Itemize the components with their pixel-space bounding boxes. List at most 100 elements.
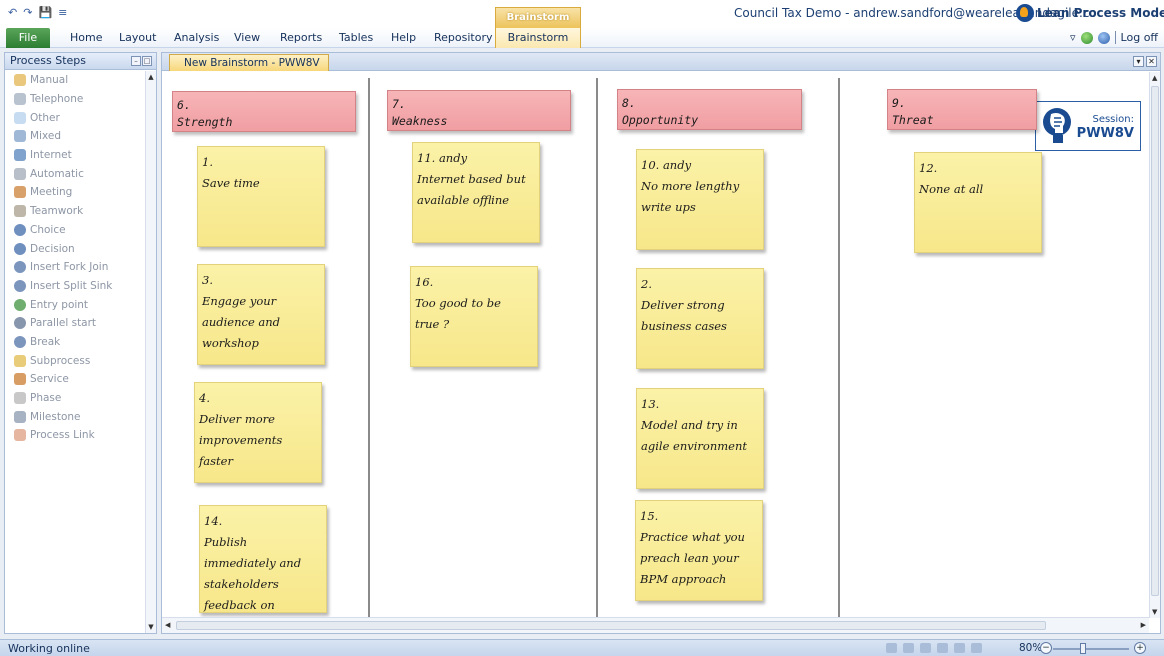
canvas-horizontal-scrollbar[interactable]: ◀ ▶ — [162, 617, 1149, 633]
sticky-note[interactable]: 2. Deliver strong business cases — [636, 268, 764, 369]
tab-help[interactable]: Help — [391, 31, 416, 44]
process-step-item[interactable]: Insert Fork Join — [5, 258, 146, 277]
zoom-in-button[interactable]: + — [1134, 642, 1146, 654]
category-header-note[interactable]: 9. Threat — [887, 89, 1037, 130]
column-divider — [596, 78, 598, 618]
customize-toolbar-icon[interactable]: ≡ — [58, 6, 67, 19]
tab-layout[interactable]: Layout — [119, 31, 156, 44]
scroll-right-icon[interactable]: ▶ — [1141, 621, 1146, 629]
canvas-vertical-scrollbar[interactable]: ▲ ▼ — [1149, 72, 1160, 618]
panel-restore-button[interactable]: □ — [142, 56, 152, 66]
process-step-label: Process Link — [30, 429, 95, 442]
log-off-link[interactable]: Log off — [1121, 31, 1158, 44]
process-step-label: Mixed — [30, 130, 61, 143]
process-step-item[interactable]: Break — [5, 333, 146, 352]
process-step-item[interactable]: Meeting — [5, 183, 146, 202]
document-tab[interactable]: New Brainstorm - PWW8V — [169, 54, 329, 71]
tab-tables[interactable]: Tables — [339, 31, 373, 44]
process-step-item[interactable]: Milestone — [5, 407, 146, 426]
scroll-left-icon[interactable]: ◀ — [165, 621, 170, 629]
scroll-up-icon[interactable]: ▲ — [147, 73, 155, 81]
sticky-note[interactable]: 11. andy Internet based but available of… — [412, 142, 540, 243]
zoom-slider-track[interactable] — [1053, 648, 1129, 650]
tab-view[interactable]: View — [234, 31, 260, 44]
zoom-out-button[interactable]: − — [1040, 642, 1052, 654]
scroll-up-icon[interactable]: ▲ — [1152, 74, 1157, 82]
sticky-note[interactable]: 4. Deliver more improvements faster — [194, 382, 322, 483]
process-step-item[interactable]: Choice — [5, 221, 146, 240]
process-step-label: Subprocess — [30, 354, 91, 367]
meeting-icon — [14, 186, 26, 199]
grid-icon[interactable] — [937, 643, 948, 653]
refresh-icon[interactable] — [903, 643, 914, 653]
scroll-down-icon[interactable]: ▼ — [147, 623, 155, 631]
sticky-note[interactable]: 1. Save time — [197, 146, 325, 247]
sticky-note[interactable]: 3. Engage your audience and workshop — [197, 264, 325, 365]
category-header-note[interactable]: 6. Strength — [172, 91, 356, 132]
tab-analysis[interactable]: Analysis — [174, 31, 219, 44]
panel-title: Process Steps — [10, 54, 87, 67]
sticky-note[interactable]: 15. Practice what you preach lean your B… — [635, 500, 763, 601]
tab-reports[interactable]: Reports — [280, 31, 322, 44]
process-step-label: Choice — [30, 223, 66, 236]
redo-icon[interactable]: ↷ — [23, 6, 32, 19]
teamwork-icon — [14, 205, 26, 218]
close-tab-icon[interactable]: ✕ — [1146, 56, 1157, 67]
tab-brainstorm[interactable]: Brainstorm — [495, 28, 581, 48]
sticky-note[interactable]: 16. Too good to be true ? — [410, 266, 538, 367]
document-tab-strip: New Brainstorm - PWW8V ▾ ✕ — [162, 53, 1160, 71]
sticky-note[interactable]: 14. Publish immediately and stakeholders… — [199, 505, 327, 613]
category-header-note[interactable]: 7. Weakness — [387, 90, 571, 131]
print-icon[interactable] — [920, 643, 931, 653]
status-text: Working online — [8, 642, 90, 655]
sticky-note[interactable]: 13. Model and try in agile environment — [636, 388, 764, 489]
save-icon[interactable]: 💾 — [38, 6, 52, 19]
process-step-item[interactable]: Teamwork — [5, 202, 146, 221]
process-step-item[interactable]: Parallel start — [5, 314, 146, 333]
entry-point-icon — [14, 298, 26, 311]
file-menu-button[interactable]: File — [6, 28, 50, 48]
ribbon-collapse-icon[interactable]: ▿ — [1070, 31, 1076, 44]
process-step-item[interactable]: Mixed — [5, 127, 146, 146]
category-header-note[interactable]: 8. Opportunity — [617, 89, 802, 130]
process-step-item[interactable]: Other — [5, 108, 146, 127]
process-step-item[interactable]: Automatic — [5, 164, 146, 183]
process-step-item[interactable]: Subprocess — [5, 351, 146, 370]
status-online-icon[interactable] — [1080, 31, 1093, 44]
help-icon[interactable] — [1097, 31, 1110, 44]
horizontal-scroll-thumb[interactable] — [176, 621, 1046, 630]
category-title: Weakness — [392, 114, 448, 128]
fit-icon[interactable] — [886, 643, 897, 653]
process-step-item[interactable]: Phase — [5, 389, 146, 408]
zoom-slider-thumb[interactable] — [1080, 643, 1086, 654]
split-sink-icon — [14, 279, 26, 292]
sticky-note[interactable]: 12. None at all — [914, 152, 1042, 253]
page-icon[interactable] — [954, 643, 965, 653]
process-step-item[interactable]: Internet — [5, 146, 146, 165]
scroll-down-icon[interactable]: ▼ — [1152, 608, 1157, 616]
process-step-item[interactable]: Process Link — [5, 426, 146, 445]
tab-list-dropdown-icon[interactable]: ▾ — [1133, 56, 1144, 67]
session-label: Session: — [1092, 114, 1134, 125]
process-step-item[interactable]: Manual — [5, 71, 146, 90]
process-step-item[interactable]: Telephone — [5, 90, 146, 109]
sticky-note[interactable]: 10. andy No more lengthy write ups — [636, 149, 764, 250]
brainstorm-canvas[interactable]: Session: PWW8V 6. Strength 1. Save time 3. … — [162, 72, 1149, 618]
panel-scrollbar[interactable]: ▲ ▼ — [145, 71, 156, 633]
process-step-label: Internet — [30, 149, 72, 162]
process-step-label: Other — [30, 111, 60, 124]
process-step-item[interactable]: Insert Split Sink — [5, 277, 146, 296]
tab-repository[interactable]: Repository — [434, 31, 493, 44]
decision-icon — [14, 242, 26, 255]
process-step-item[interactable]: Decision — [5, 239, 146, 258]
category-title: Threat — [892, 113, 934, 127]
process-step-item[interactable]: Entry point — [5, 295, 146, 314]
zoom-page-icon[interactable] — [971, 643, 982, 653]
column-divider — [368, 78, 370, 618]
process-step-item[interactable]: Service — [5, 370, 146, 389]
tab-home[interactable]: Home — [70, 31, 102, 44]
vertical-scroll-thumb[interactable] — [1151, 86, 1159, 596]
undo-icon[interactable]: ↶ — [8, 6, 17, 19]
panel-minimize-button[interactable]: – — [131, 56, 141, 66]
hand-icon — [14, 74, 26, 87]
